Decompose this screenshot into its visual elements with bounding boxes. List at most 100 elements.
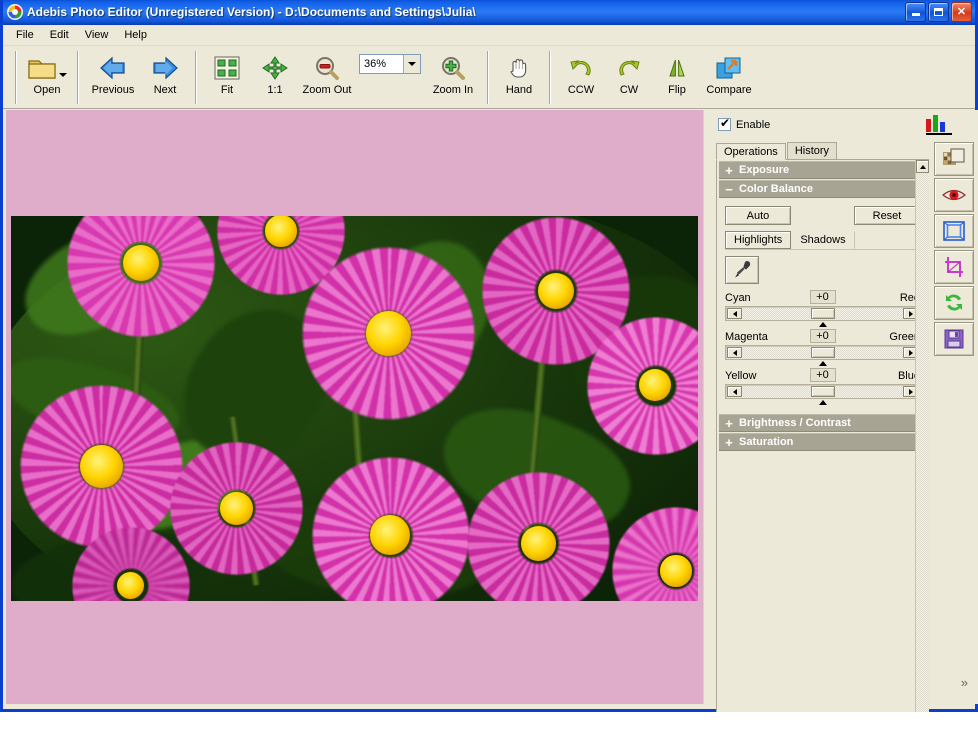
actual-size-button[interactable]: 1:1 [251, 48, 299, 108]
menu-bar: File Edit View Help [3, 25, 975, 46]
flower [311, 456, 471, 601]
toolbar: Open Previous Next Fit 1:1 Zoom Out 36% … [3, 46, 975, 109]
slider-value-cyan-red: +0 [809, 290, 836, 304]
section-exposure[interactable]: + Exposure [719, 161, 926, 179]
slider-decrement-cyan-red[interactable] [727, 308, 742, 319]
slider-track-cyan-red[interactable] [725, 306, 920, 327]
section-toggle-exposure[interactable]: + [719, 163, 739, 178]
slider-track-magenta-green[interactable] [725, 345, 920, 366]
frame-icon [943, 221, 965, 241]
enable-row[interactable]: Enable [718, 116, 770, 131]
save-button[interactable] [934, 322, 974, 356]
section-label-exposure: Exposure [739, 164, 790, 176]
color-adjust-button[interactable] [934, 142, 974, 176]
slider-label-yellow: Yellow [725, 370, 757, 382]
open-button[interactable]: Open [23, 48, 71, 108]
rotate-clockwise-icon [619, 60, 640, 76]
auto-reset-row: Auto Reset [725, 206, 920, 225]
slider-track-yellow-blue[interactable] [725, 384, 920, 405]
zoom-level-combobox[interactable]: 36% [359, 54, 421, 74]
operations-scrollbar[interactable] [915, 160, 929, 730]
save-icon [944, 329, 964, 349]
close-button[interactable]: ✕ [951, 2, 972, 22]
chevron-down-icon[interactable] [403, 55, 420, 73]
rotate-ccw-button[interactable]: CCW [557, 48, 605, 108]
close-icon: ✕ [956, 5, 967, 18]
frame-button[interactable] [934, 214, 974, 248]
title-bar: Adebis Photo Editor (Unregistered Versio… [3, 0, 975, 25]
photo-image[interactable] [11, 216, 698, 601]
image-canvas[interactable] [6, 110, 703, 704]
histogram-icon[interactable] [926, 115, 952, 135]
slider-yellow-blue: Yellow Blue +0 [725, 368, 920, 405]
slider-center-tick [818, 322, 827, 327]
toolbar-separator [15, 51, 17, 104]
magnifier-plus-icon [442, 57, 465, 80]
tab-history[interactable]: History [786, 142, 838, 159]
magnifier-minus-icon [316, 57, 339, 80]
compare-label: Compare [706, 84, 752, 96]
eyedropper-button[interactable] [725, 256, 759, 284]
next-button[interactable]: Next [141, 48, 189, 108]
section-color-balance[interactable]: − Color Balance [719, 180, 926, 198]
fit-button[interactable]: Fit [203, 48, 251, 108]
flower [19, 384, 184, 549]
actual-size-label: 1:1 [267, 84, 283, 96]
previous-button[interactable]: Previous [85, 48, 141, 108]
toolbar-separator [195, 51, 197, 104]
tab-highlights[interactable]: Highlights [725, 231, 792, 249]
section-label-color-balance: Color Balance [739, 183, 813, 195]
red-eye-button[interactable] [934, 178, 974, 212]
crop-button[interactable] [934, 250, 974, 284]
section-toggle-brightness-contrast[interactable]: + [719, 416, 739, 431]
section-label-brightness-contrast: Brightness / Contrast [739, 417, 851, 429]
rotate-refresh-button[interactable] [934, 286, 974, 320]
section-toggle-saturation[interactable]: + [719, 435, 739, 450]
fit-to-window-icon [214, 56, 240, 80]
panel-tabs: Operations History [716, 142, 929, 160]
compare-button[interactable]: Compare [701, 48, 757, 108]
section-toggle-color-balance[interactable]: − [719, 182, 739, 197]
next-label: Next [153, 84, 177, 96]
slider-decrement-magenta-green[interactable] [727, 347, 742, 358]
zoom-level-value: 36% [364, 58, 387, 70]
enable-checkbox[interactable] [718, 116, 731, 131]
tab-operations[interactable]: Operations [716, 143, 786, 160]
zoom-in-button[interactable]: Zoom In [425, 48, 481, 108]
compare-icon [716, 57, 741, 79]
expand-panel-chevron[interactable]: » [961, 675, 968, 690]
section-brightness-contrast[interactable]: + Brightness / Contrast [719, 414, 926, 432]
slider-thumb-cyan-red[interactable] [810, 308, 835, 319]
flower [466, 471, 611, 601]
reset-button[interactable]: Reset [854, 206, 920, 225]
auto-button[interactable]: Auto [725, 206, 791, 225]
menu-item-file[interactable]: File [9, 27, 41, 43]
flip-label: Flip [668, 84, 686, 96]
zoom-out-button[interactable]: Zoom Out [299, 48, 355, 108]
hand-button[interactable]: Hand [495, 48, 543, 108]
section-saturation[interactable]: + Saturation [719, 433, 926, 451]
tab-shadows[interactable]: Shadows [791, 231, 855, 249]
slider-thumb-yellow-blue[interactable] [810, 386, 835, 397]
actual-size-icon [262, 56, 288, 80]
rotate-refresh-icon [946, 294, 962, 311]
zoom-out-label: Zoom Out [302, 84, 352, 96]
hand-icon [510, 58, 527, 78]
scroll-up-button[interactable] [916, 160, 929, 173]
minimize-button[interactable] [905, 2, 926, 22]
flower [301, 246, 476, 421]
hand-label: Hand [505, 84, 533, 96]
menu-item-edit[interactable]: Edit [43, 27, 76, 43]
slider-decrement-yellow-blue[interactable] [727, 386, 742, 397]
maximize-button[interactable] [928, 2, 949, 22]
crop-icon [945, 257, 963, 277]
flip-button[interactable]: Flip [653, 48, 701, 108]
slider-thumb-magenta-green[interactable] [810, 347, 835, 358]
open-dropdown-arrow[interactable] [59, 73, 67, 77]
rotate-cw-button[interactable]: CW [605, 48, 653, 108]
slider-magenta-green: Magenta Green +0 [725, 329, 920, 366]
toolbar-separator [77, 51, 79, 104]
open-label: Open [33, 84, 61, 96]
menu-item-view[interactable]: View [78, 27, 116, 43]
menu-item-help[interactable]: Help [117, 27, 154, 43]
